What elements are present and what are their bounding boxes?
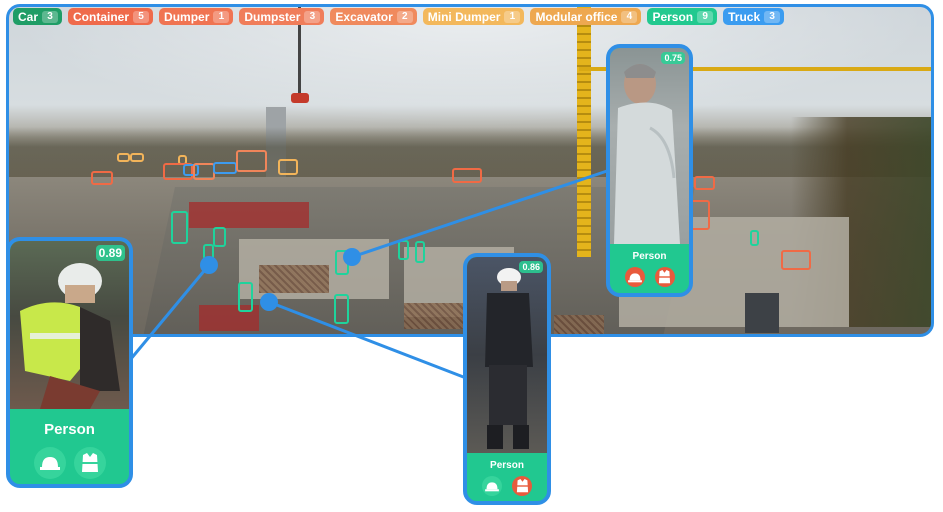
category-chip-modular-office[interactable]: Modular office 4 bbox=[530, 8, 642, 25]
person-detection-box[interactable] bbox=[335, 250, 349, 275]
safety-vest-icon bbox=[73, 447, 106, 479]
site-cabinet bbox=[745, 293, 779, 333]
detection-box[interactable] bbox=[278, 159, 298, 175]
person-crop-image: 0.75 bbox=[610, 48, 689, 244]
person-detection-box[interactable] bbox=[398, 240, 409, 260]
detection-box[interactable] bbox=[236, 150, 267, 172]
chip-count: 3 bbox=[764, 10, 781, 23]
confidence-score: 0.89 bbox=[95, 245, 125, 261]
category-chip-dumpster[interactable]: Dumpster 3 bbox=[239, 8, 325, 25]
detection-box[interactable] bbox=[193, 163, 215, 180]
chip-count: 9 bbox=[697, 10, 714, 23]
chip-count: 4 bbox=[621, 10, 638, 23]
formwork-wall bbox=[189, 202, 309, 228]
safety-vest-icon bbox=[512, 476, 532, 496]
chip-label: Person bbox=[652, 9, 694, 24]
category-chip-dumper[interactable]: Dumper 1 bbox=[159, 8, 234, 25]
detection-box[interactable] bbox=[130, 153, 144, 162]
person-callout-card-middle[interactable]: 0.86 Person bbox=[463, 253, 551, 505]
helmet-icon bbox=[624, 267, 645, 287]
card-class-label: Person bbox=[490, 460, 524, 471]
category-filter-bar: Car 3 Container 5 Dumper 1 Dumpster 3 Excavator 2… bbox=[13, 8, 785, 25]
category-chip-mini-dumper[interactable]: Mini Dumper 1 bbox=[422, 8, 525, 25]
confidence-score: 0.86 bbox=[519, 261, 543, 273]
helmet-icon bbox=[33, 447, 66, 479]
person-detection-box[interactable] bbox=[415, 241, 425, 263]
person-detection-box[interactable] bbox=[238, 282, 253, 312]
tower-crane bbox=[577, 7, 591, 257]
helmet-icon bbox=[482, 476, 502, 496]
chip-label: Container bbox=[73, 9, 130, 24]
chip-label: Modular office bbox=[535, 9, 618, 24]
person-detection-box[interactable] bbox=[203, 244, 214, 260]
detection-box[interactable] bbox=[213, 162, 237, 174]
person-callout-card-left[interactable]: 0.89 Person bbox=[6, 237, 133, 488]
rebar-mesh bbox=[554, 315, 604, 334]
person-detection-box[interactable] bbox=[334, 294, 349, 324]
confidence-score: 0.75 bbox=[661, 52, 685, 64]
detection-box[interactable] bbox=[91, 171, 113, 185]
chip-count: 5 bbox=[133, 10, 150, 23]
card-class-label: Person bbox=[44, 421, 95, 438]
detection-box[interactable] bbox=[690, 200, 710, 230]
crane-hook bbox=[291, 93, 309, 103]
person-crop-image: 0.89 bbox=[10, 241, 129, 409]
detection-box[interactable] bbox=[694, 176, 715, 190]
person-detection-box[interactable] bbox=[750, 230, 759, 246]
chip-count: 3 bbox=[42, 10, 59, 23]
chip-label: Mini Dumper bbox=[427, 9, 501, 24]
chip-count: 1 bbox=[504, 10, 521, 23]
category-chip-person[interactable]: Person 9 bbox=[647, 8, 718, 25]
chip-count: 1 bbox=[213, 10, 230, 23]
person-detection-box[interactable] bbox=[213, 227, 226, 247]
detection-box[interactable] bbox=[452, 168, 482, 183]
detection-box[interactable] bbox=[117, 153, 130, 162]
chip-count: 3 bbox=[304, 10, 321, 23]
chip-label: Excavator bbox=[335, 9, 393, 24]
chip-label: Dumpster bbox=[244, 9, 301, 24]
detection-box[interactable] bbox=[781, 250, 811, 270]
category-chip-truck[interactable]: Truck 3 bbox=[723, 8, 785, 25]
rebar-mesh bbox=[259, 265, 329, 293]
chip-count: 2 bbox=[396, 10, 413, 23]
person-callout-card-right[interactable]: 0.75 Person bbox=[606, 44, 693, 297]
person-detection-box[interactable] bbox=[171, 211, 188, 244]
safety-vest-icon bbox=[654, 267, 675, 287]
category-chip-excavator[interactable]: Excavator 2 bbox=[330, 8, 417, 25]
chip-label: Car bbox=[18, 9, 39, 24]
category-chip-car[interactable]: Car 3 bbox=[13, 8, 63, 25]
chip-label: Truck bbox=[728, 9, 761, 24]
chip-label: Dumper bbox=[164, 9, 210, 24]
rebar-mesh bbox=[404, 303, 464, 329]
person-crop-image: 0.86 bbox=[467, 257, 547, 453]
category-chip-container[interactable]: Container 5 bbox=[68, 8, 154, 25]
card-class-label: Person bbox=[632, 251, 667, 262]
